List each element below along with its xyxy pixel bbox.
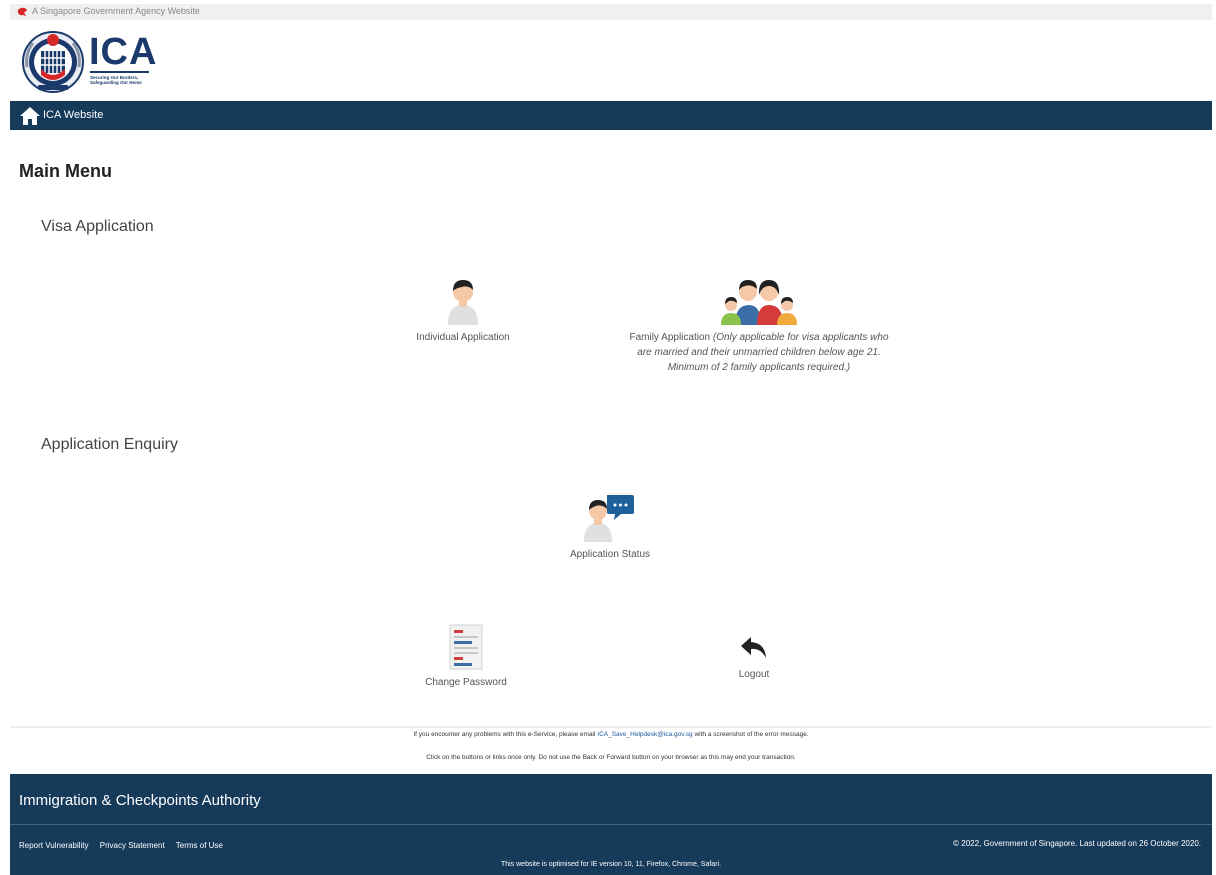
application-status-tile[interactable]: Application Status [558, 492, 662, 562]
change-password-label: Change Password [425, 677, 507, 688]
footer-org-name: Immigration & Checkpoints Authority [19, 792, 261, 809]
footer-copyright: © 2022, Government of Singapore. Last up… [953, 839, 1201, 848]
section-title-enquiry: Application Enquiry [41, 436, 178, 453]
family-application-label: Family Application (Only applicable for … [627, 330, 891, 375]
problem-message: If you encounter any problems with this … [10, 731, 1212, 738]
logo-divider [90, 71, 149, 73]
logo-tagline-line2: Safeguarding Our Home [90, 80, 142, 85]
main-content: Main Menu Visa Application Individual Ap… [10, 130, 1212, 728]
home-icon[interactable] [19, 106, 41, 126]
section-title-visa: Visa Application [41, 218, 154, 235]
footer-browser-note: This website is optimised for IE version… [500, 861, 722, 868]
logout-tile[interactable]: Logout [724, 634, 784, 682]
footer-divider [10, 824, 1212, 825]
family-icon [721, 280, 797, 325]
family-application-title: Family Application [629, 332, 711, 343]
gov-banner: A Singapore Government Agency Website [10, 4, 1212, 20]
terms-of-use-link[interactable]: Terms of Use [176, 841, 223, 850]
top-navbar: ICA Website [10, 101, 1212, 130]
problem-message-prefix: If you encounter any problems with this … [413, 731, 598, 738]
person-chat-icon [584, 495, 634, 542]
footer-messages: If you encounter any problems with this … [10, 728, 1212, 774]
footer-links: Report Vulnerability Privacy Statement T… [19, 841, 232, 850]
report-vulnerability-link[interactable]: Report Vulnerability [19, 841, 89, 850]
individual-application-tile[interactable]: Individual Application [407, 275, 519, 345]
family-application-tile[interactable]: Family Application (Only applicable for … [627, 275, 891, 375]
ica-website-link[interactable]: ICA Website [43, 109, 103, 121]
logo-tagline: Securing Our Borders, Safeguarding Our H… [90, 75, 160, 85]
logout-label: Logout [738, 669, 770, 680]
lion-head-icon [17, 7, 27, 16]
site-header: ICA Securing Our Borders, Safeguarding O… [10, 20, 1212, 101]
click-notice: Click on the buttons or links once only.… [426, 754, 796, 761]
site-footer: Immigration & Checkpoints Authority Repo… [10, 774, 1212, 875]
logo-acronym: ICA [89, 31, 158, 73]
application-status-label: Application Status [569, 549, 651, 560]
privacy-statement-link[interactable]: Privacy Statement [100, 841, 165, 850]
document-icon [449, 624, 483, 670]
helpdesk-email-link[interactable]: ICA_Save_Helpdesk@ica.gov.sg [597, 731, 692, 738]
gov-banner-text: A Singapore Government Agency Website [32, 6, 200, 16]
reply-arrow-icon [741, 637, 766, 658]
problem-message-suffix: with a screenshot of the error message. [692, 731, 809, 738]
individual-application-label: Individual Application [416, 332, 510, 343]
ica-emblem-icon[interactable] [21, 29, 85, 93]
change-password-tile[interactable]: Change Password [416, 624, 516, 690]
person-icon [448, 280, 478, 325]
page-title: Main Menu [19, 161, 112, 181]
